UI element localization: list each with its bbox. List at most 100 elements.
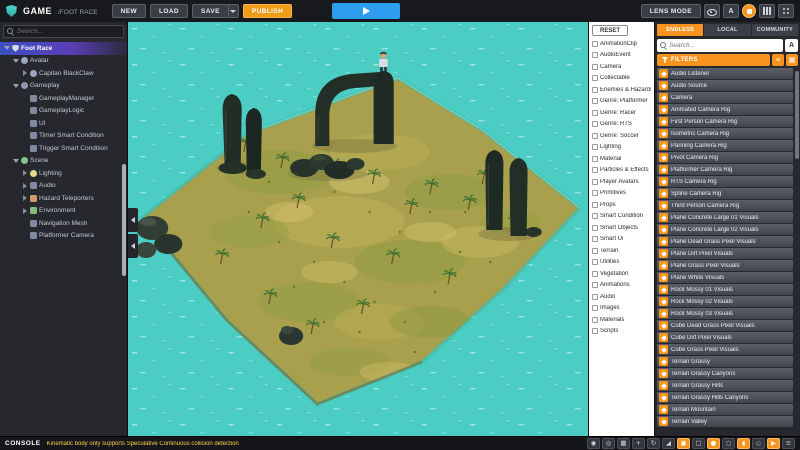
move-tool-button[interactable]: + (632, 438, 645, 449)
filter-checkbox[interactable] (592, 225, 598, 231)
rotate-tool-button[interactable]: ↻ (647, 438, 660, 449)
save-options-button[interactable] (228, 4, 239, 18)
filter-checkbox[interactable] (592, 305, 598, 311)
asset-row[interactable]: Panning Camera Rig (657, 140, 793, 151)
asset-row[interactable]: Plane Concrete Large 02 Visuals (657, 224, 793, 235)
tree-item[interactable]: Avatar (0, 55, 127, 68)
publish-button[interactable]: PUBLISH (243, 4, 292, 18)
expander-icon[interactable] (13, 158, 19, 164)
filter-checkbox[interactable] (592, 179, 598, 185)
filter-row[interactable]: Smart Objects (589, 222, 654, 234)
filter-checkbox[interactable] (592, 133, 598, 139)
scale-tool-button[interactable]: ◢ (662, 438, 675, 449)
filter-row[interactable]: Genre: Platformer (589, 96, 654, 108)
filter-row[interactable]: Terrain (589, 245, 654, 257)
visibility-button[interactable]: ◎ (602, 438, 615, 449)
tree-scrollbar[interactable] (122, 164, 126, 276)
expander-icon[interactable] (22, 233, 28, 239)
filter-row[interactable]: Enemies & Hazards (589, 84, 654, 96)
expander-icon[interactable] (4, 45, 10, 51)
tree-item[interactable]: Trigger Smart Condition (0, 142, 127, 155)
asset-row[interactable]: Rock Mossy 03 Visuals (657, 308, 793, 319)
asset-row[interactable]: Plane Concrete Large 01 Visuals (657, 212, 793, 223)
filter-row[interactable]: Scripts (589, 326, 654, 338)
asset-tab[interactable]: COMMUNITY (752, 24, 798, 36)
expander-icon[interactable] (22, 220, 28, 226)
asset-row[interactable]: Plane White Visuals (657, 272, 793, 283)
asset-row[interactable]: Plane Dead Grass Pixel Visuals (657, 236, 793, 247)
panel-collapse-button-top[interactable] (128, 208, 138, 232)
asset-row[interactable]: First Person Camera Rig (657, 116, 793, 127)
asset-row[interactable]: Third Person Camera Rig (657, 200, 793, 211)
load-button[interactable]: LOAD (150, 4, 188, 18)
asset-row[interactable]: Terrain Grassy Canyons (657, 368, 793, 379)
expander-icon[interactable] (22, 195, 28, 201)
filter-row[interactable]: Materials (589, 314, 654, 326)
asset-row[interactable]: Plane Dirt Pixel Visuals (657, 248, 793, 259)
filter-checkbox[interactable] (592, 75, 598, 81)
filter-checkbox[interactable] (592, 52, 598, 58)
snap-position-button[interactable]: ▣ (677, 438, 690, 449)
asset-row[interactable]: Isometric Camera Rig (657, 128, 793, 139)
filter-checkbox[interactable] (592, 87, 598, 93)
asset-row[interactable]: RTS Camera Rig (657, 176, 793, 187)
expander-icon[interactable] (22, 108, 28, 114)
filter-row[interactable]: Images (589, 303, 654, 315)
tree-item[interactable]: Environment (0, 205, 127, 218)
filter-checkbox[interactable] (592, 98, 598, 104)
filter-row[interactable]: Player Avatars (589, 176, 654, 188)
tree-item[interactable]: Navigation Mesh (0, 217, 127, 230)
network-status-button[interactable] (759, 4, 775, 18)
sort-alpha-button[interactable]: A (785, 39, 798, 52)
expander-icon[interactable] (22, 208, 28, 214)
filter-checkbox[interactable] (592, 317, 598, 323)
panel-collapse-button-bottom[interactable] (128, 234, 138, 258)
filter-row[interactable]: Utilities (589, 257, 654, 269)
tree-item[interactable]: Audio (0, 180, 127, 193)
asset-row[interactable]: Camera (657, 92, 793, 103)
filter-checkbox[interactable] (592, 110, 598, 116)
filter-checkbox[interactable] (592, 248, 598, 254)
asset-list-scrollbar[interactable] (795, 71, 799, 159)
asset-row[interactable]: Rock Mossy 02 Visuals (657, 296, 793, 307)
asset-row[interactable]: Cube Dirt Pixel Visuals (657, 332, 793, 343)
more-options-button[interactable] (778, 4, 794, 18)
filter-row[interactable]: Props (589, 199, 654, 211)
grid-view-button[interactable]: ▦ (786, 54, 798, 66)
filter-checkbox[interactable] (592, 282, 598, 288)
local-space-button[interactable]: ○ (722, 438, 735, 449)
asset-row[interactable]: Audio Listener (657, 68, 793, 79)
filter-checkbox[interactable] (592, 144, 598, 150)
tree-item[interactable]: Foot Race (0, 42, 127, 55)
filter-row[interactable]: Genre: Racer (589, 107, 654, 119)
viewport[interactable] (128, 22, 588, 436)
visibility-toggle-button[interactable] (704, 4, 720, 18)
simulate-button[interactable]: ▶ (767, 438, 780, 449)
asset-search-input[interactable] (669, 42, 780, 49)
asset-row[interactable]: Terrain Mountain (657, 404, 793, 415)
tree-search-input[interactable] (17, 28, 120, 35)
filter-checkbox[interactable] (592, 167, 598, 173)
save-button[interactable]: SAVE (192, 4, 228, 18)
tree-item[interactable]: GameplayLogic (0, 105, 127, 118)
filter-checkbox[interactable] (592, 259, 598, 265)
camera-view-button[interactable]: ◉ (587, 438, 600, 449)
filter-row[interactable]: Collectable (589, 73, 654, 85)
asset-row[interactable]: Audio Source (657, 80, 793, 91)
filter-checkbox[interactable] (592, 213, 598, 219)
asset-row[interactable]: Platformer Camera Rig (657, 164, 793, 175)
filter-row[interactable]: Audio (589, 291, 654, 303)
filter-checkbox[interactable] (592, 271, 598, 277)
filter-row[interactable]: Genre: Soccer (589, 130, 654, 142)
tree-item[interactable]: Lighting (0, 167, 127, 180)
expander-icon[interactable] (22, 170, 28, 176)
asset-row[interactable]: Spline Camera Rig (657, 188, 793, 199)
filter-row[interactable]: AudioEvent (589, 50, 654, 62)
filter-row[interactable]: Primitives (589, 188, 654, 200)
lens-mode-button[interactable]: LENS MODE (641, 4, 701, 18)
filter-checkbox[interactable] (592, 328, 598, 334)
filter-checkbox[interactable] (592, 236, 598, 242)
expander-icon[interactable] (22, 183, 28, 189)
filter-row[interactable]: Smart Condition (589, 211, 654, 223)
filter-row[interactable]: Smart Ui (589, 234, 654, 246)
